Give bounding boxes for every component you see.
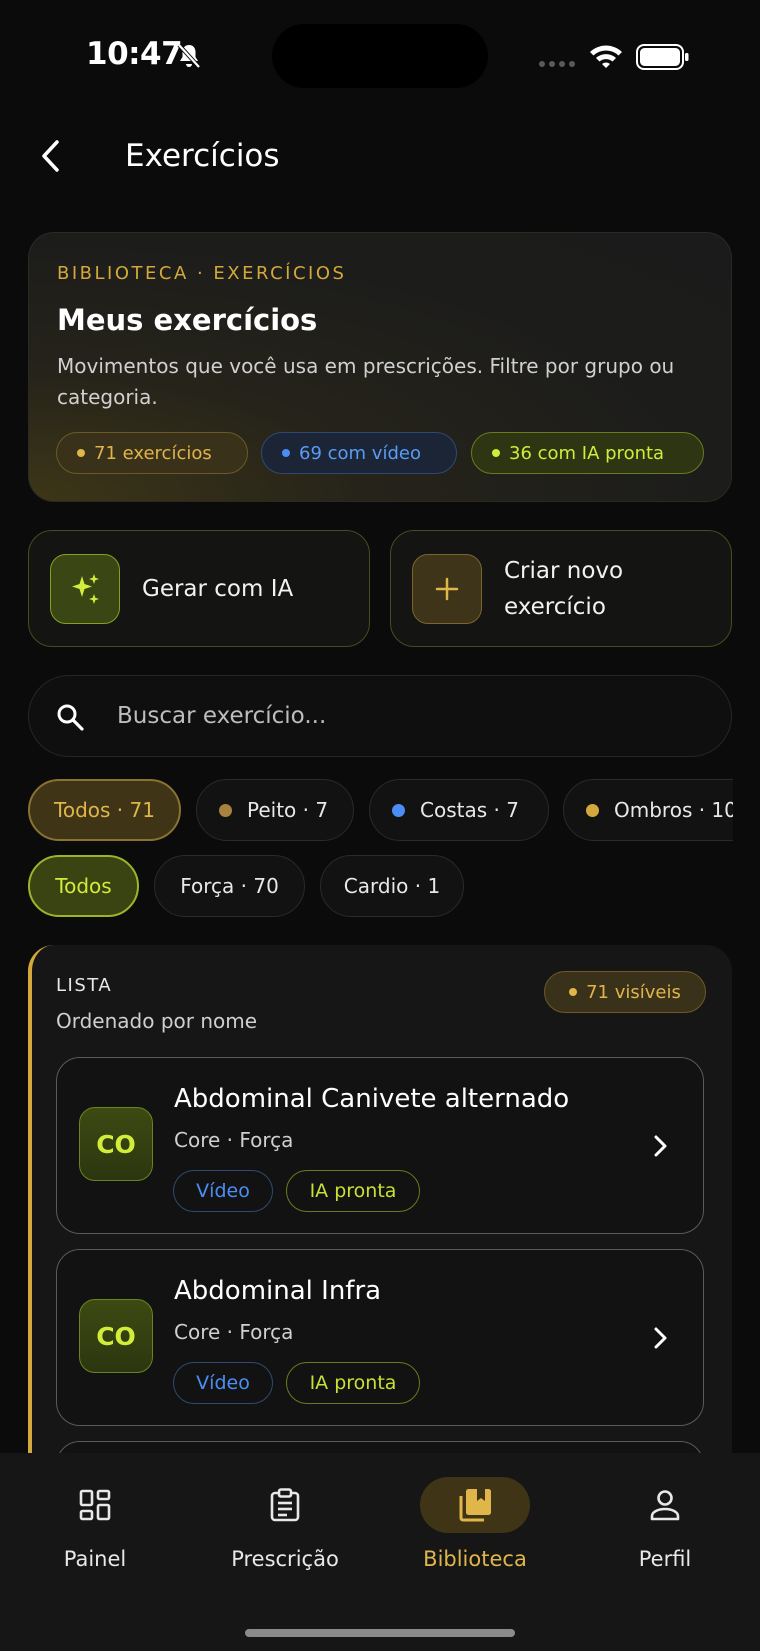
nav-perfil[interactable]: Perfil [570,1477,760,1577]
exercise-meta: Core · Força [174,1128,294,1152]
list-eyebrow: LISTA [56,975,113,996]
exercise-name: Abdominal Canivete alternado [174,1084,570,1114]
exercise-meta: Core · Força [174,1320,294,1344]
create-exercise-label: Criar novo exercício [504,558,624,620]
chevron-right-icon [645,1320,675,1356]
page-title: Exercícios [125,138,280,174]
badge-dot [569,988,578,996]
library-icon [420,1477,530,1533]
stat-video-label: 69 com vídeo [299,442,421,464]
battery-icon [636,44,689,70]
filter-label: Todos [55,874,112,898]
group-color-dot [392,803,405,817]
exercise-card[interactable]: CO Abdominal Infra Core · Força Vídeo IA… [56,1249,704,1426]
ia-ready-tag: IA pronta [286,1170,420,1212]
bell-muted-icon [177,43,201,69]
hero-title: Meus exercícios [57,303,318,337]
dashboard-icon [40,1477,150,1533]
list-sort-label: Ordenado por nome [56,1009,258,1033]
search-icon [57,704,84,731]
generate-ia-label: Gerar com IA [142,576,294,602]
group-filter-row[interactable]: Todos · 71 Peito · 7 Costas · 7 Ombros ·… [0,770,733,850]
stat-dot [282,449,290,457]
nav-label: Prescrição [231,1547,339,1571]
bottom-navigation: Painel Prescrição Biblioteca Perfil [0,1453,760,1651]
video-tag: Vídeo [173,1170,273,1212]
home-indicator [245,1629,515,1637]
dynamic-island [272,24,488,88]
stat-total-badge: 71 exercícios [56,432,248,474]
ia-ready-tag: IA pronta [286,1362,420,1404]
generate-ia-button[interactable]: Gerar com IA [28,530,370,647]
filter-label: Cardio · 1 [343,874,441,898]
filter-label: Força · 70 [180,874,279,898]
exercise-name: Abdominal Infra [174,1276,382,1306]
filter-label: Ombros · 10 [614,798,733,822]
stat-ia-badge: 36 com IA pronta [471,432,704,474]
exercise-avatar: CO [79,1107,153,1181]
person-icon [610,1477,720,1533]
stat-total-label: 71 exercícios [94,442,212,464]
filter-category-forca[interactable]: Força · 70 [154,855,305,917]
stat-dot [492,449,500,457]
stat-video-badge: 69 com vídeo [261,432,457,474]
status-bar: 10:47 [0,0,760,110]
nav-biblioteca[interactable]: Biblioteca [380,1477,570,1577]
filter-group-costas[interactable]: Costas · 7 [369,779,549,841]
filter-category-all[interactable]: Todos [28,855,139,917]
search-input[interactable] [117,696,697,736]
exercise-avatar: CO [79,1299,153,1373]
stat-dot [77,449,85,457]
back-button[interactable] [30,132,70,180]
nav-prescricao[interactable]: Prescrição [190,1477,380,1577]
sparkles-icon [50,554,120,624]
chevron-left-icon [42,140,59,172]
video-tag: Vídeo [173,1362,273,1404]
nav-label: Biblioteca [423,1547,527,1571]
clipboard-icon [230,1477,340,1533]
stat-ia-label: 36 com IA pronta [509,442,665,464]
library-hero-card: BIBLIOTECA · EXERCÍCIOS Meus exercícios … [28,232,732,502]
filter-group-peito[interactable]: Peito · 7 [196,779,354,841]
visible-count-label: 71 visíveis [586,981,681,1003]
plus-icon [412,554,482,624]
group-color-dot [586,803,599,817]
exercise-card[interactable]: CO Abdominal Canivete alternado Core · F… [56,1057,704,1234]
wifi-icon [590,45,622,68]
filter-label: Peito · 7 [247,798,329,822]
chevron-right-icon [645,1128,675,1164]
exercise-list-panel: LISTA Ordenado por nome 71 visíveis CO A… [28,945,732,1465]
filter-label: Todos · 71 [54,798,155,822]
filter-group-all[interactable]: Todos · 71 [28,779,181,841]
filter-label: Costas · 7 [420,798,519,822]
hero-eyebrow: BIBLIOTECA · EXERCÍCIOS [57,263,347,284]
create-exercise-button[interactable]: Criar novo exercício [390,530,732,647]
search-bar[interactable] [28,675,732,757]
status-time: 10:47 [86,36,183,72]
visible-count-badge: 71 visíveis [544,971,706,1013]
nav-label: Perfil [638,1547,692,1571]
filter-category-cardio[interactable]: Cardio · 1 [320,855,464,917]
signal-icon [539,61,575,67]
hero-description: Movimentos que você usa em prescrições. … [57,354,675,409]
filter-group-ombros[interactable]: Ombros · 10 [563,779,733,841]
nav-painel[interactable]: Painel [0,1477,190,1577]
group-color-dot [219,803,232,817]
nav-label: Painel [63,1547,127,1571]
